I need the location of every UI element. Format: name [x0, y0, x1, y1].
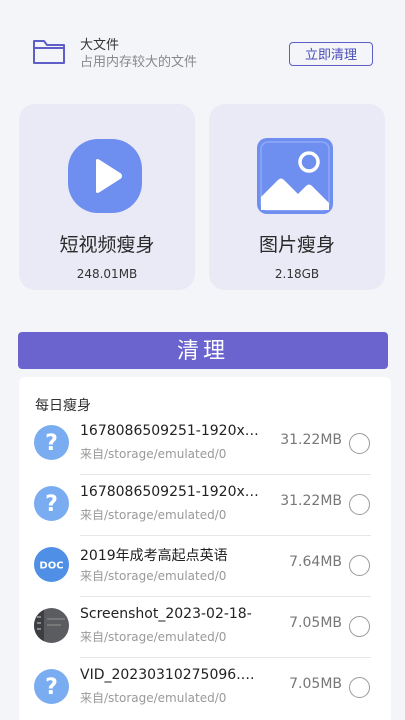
list-item[interactable]: ? VID_20230310275096.mp4 来自/storage/emul… [19, 658, 391, 719]
card-size: 248.01MB [76, 267, 138, 281]
question-icon: ? [34, 486, 69, 521]
clean-now-button[interactable]: 立即清理 [289, 42, 373, 66]
svg-text:?: ? [45, 675, 58, 700]
file-name: 1678086509251-1920x1080 [80, 423, 266, 439]
svg-text:?: ? [45, 431, 58, 456]
file-size: 31.22MB [280, 493, 342, 509]
select-radio[interactable] [349, 494, 370, 515]
file-size: 31.22MB [280, 432, 342, 448]
select-radio[interactable] [349, 616, 370, 637]
image-icon [257, 138, 333, 214]
question-icon: ? [34, 425, 69, 460]
svg-text:?: ? [45, 492, 58, 517]
file-name: 2019年成考高起点英语 [80, 548, 228, 564]
file-name: Screenshot_2023-02-18- [80, 606, 252, 622]
file-path: 来自/storage/emulated/0 [80, 569, 227, 583]
list-item[interactable]: DOC 2019年成考高起点英语 来自/storage/emulated/0 7… [19, 536, 391, 597]
file-path: 来自/storage/emulated/0 [80, 508, 227, 522]
daily-slim-title: 每日瘦身 [35, 398, 91, 414]
doc-icon: DOC [34, 547, 69, 582]
file-path: 来自/storage/emulated/0 [80, 630, 227, 644]
list-item[interactable]: ? 1678086509251-1920x1080 来自/storage/emu… [19, 414, 391, 475]
image-slim-card[interactable]: 图片瘦身 2.18GB [209, 104, 385, 290]
file-path: 来自/storage/emulated/0 [80, 447, 227, 461]
short-video-slim-card[interactable]: 短视频瘦身 248.01MB [19, 104, 195, 290]
image-thumb-icon [34, 608, 69, 643]
big-file-subtitle: 占用内存较大的文件 [80, 55, 198, 70]
list-item[interactable]: Screenshot_2023-02-18- 来自/storage/emulat… [19, 597, 391, 658]
card-title: 图片瘦身 [258, 234, 335, 256]
question-icon: ? [34, 669, 69, 704]
file-size: 7.64MB [289, 554, 342, 570]
select-radio[interactable] [349, 433, 370, 454]
big-file-section: 大文件 占用内存较大的文件 立即清理 [0, 26, 405, 82]
play-icon [68, 139, 142, 213]
card-title: 短视频瘦身 [59, 234, 155, 256]
file-name: 1678086509251-1920x1080 [80, 484, 266, 500]
file-size: 7.05MB [289, 615, 342, 631]
select-radio[interactable] [349, 677, 370, 698]
select-radio[interactable] [349, 555, 370, 576]
svg-text:DOC: DOC [39, 561, 63, 572]
daily-slim-panel: 每日瘦身 ? 1678086509251-1920x1080 来自/storag… [19, 377, 391, 720]
file-path: 来自/storage/emulated/0 [80, 691, 227, 705]
list-item[interactable]: ? 1678086509251-1920x1080 来自/storage/emu… [19, 475, 391, 536]
file-name: VID_20230310275096.mp4 [80, 667, 266, 683]
folder-icon [33, 40, 65, 64]
file-size: 7.05MB [289, 676, 342, 692]
clean-button[interactable]: 清理 [18, 332, 388, 369]
card-size: 2.18GB [274, 267, 320, 281]
